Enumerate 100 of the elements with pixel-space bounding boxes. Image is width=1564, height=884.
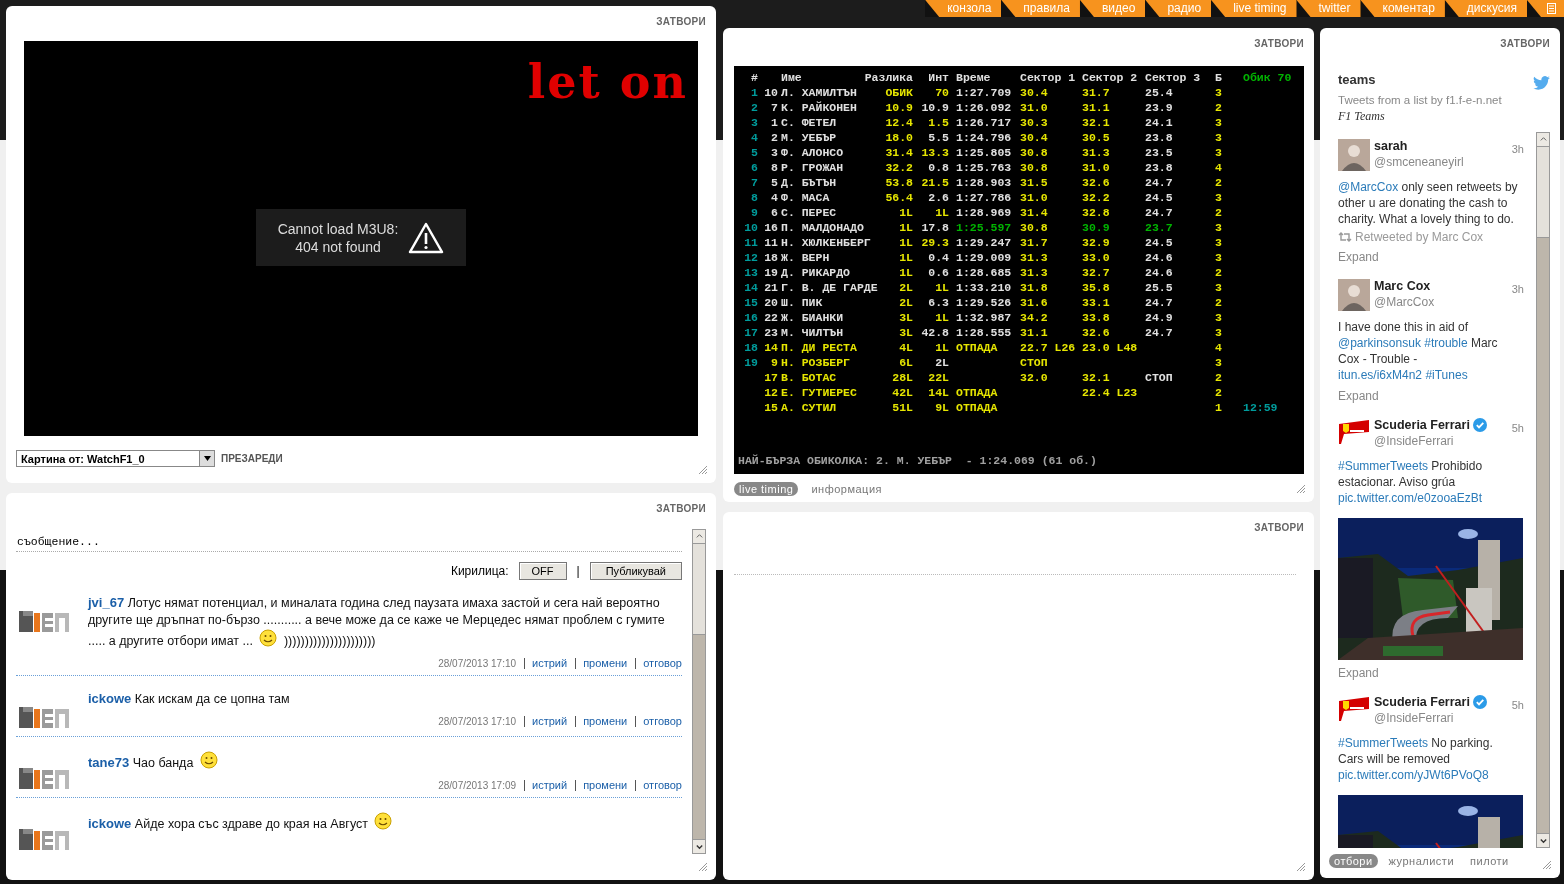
timing-cell-text: 20 [763, 295, 778, 310]
scrollbar-thumb[interactable] [693, 544, 705, 635]
author-name[interactable]: Marc Cox [1374, 279, 1431, 293]
scrollbar[interactable] [692, 529, 706, 854]
cyrillic-toggle[interactable]: OFF [518, 562, 567, 580]
panel-tab[interactable]: информация [806, 482, 887, 496]
scroll-up-icon[interactable] [1538, 135, 1548, 144]
close-link[interactable]: ЗАТВОРИ [1254, 38, 1304, 58]
timing-cell-text: 31.3 [1020, 265, 1049, 280]
action-link[interactable]: отговор [635, 658, 682, 669]
author-handle[interactable]: @MarcCox [1374, 295, 1508, 309]
scrollbar-thumb[interactable] [1537, 147, 1549, 238]
close-link[interactable]: ЗАТВОРИ [1500, 38, 1550, 58]
timing-cell-text: 24.1 [1145, 115, 1174, 130]
video-player[interactable]: let on Cannot load M3U8: 404 not found [24, 41, 698, 436]
expand-link[interactable]: Expand [1338, 666, 1379, 680]
resize-handle[interactable] [698, 465, 708, 475]
username-link[interactable]: jvi_67 [88, 595, 125, 610]
close-link[interactable]: ЗАТВОРИ [1254, 522, 1304, 542]
bird-icon[interactable] [1533, 76, 1550, 90]
timing-cell-text: 32.2 [884, 160, 913, 175]
avatar-icon[interactable] [1338, 139, 1370, 171]
username-link[interactable]: ickowe [88, 816, 132, 831]
list-tab[interactable]: отбори [1329, 854, 1378, 868]
source-select[interactable]: Картина от: WatchF1_0 [16, 450, 215, 467]
action-link[interactable]: истрий [524, 780, 568, 791]
tweet-time[interactable]: 5h [1511, 695, 1524, 727]
tweet-time[interactable]: 3h [1511, 279, 1524, 311]
column-header: Име [780, 70, 803, 85]
expand-link[interactable]: Expand [1338, 389, 1379, 403]
author-name[interactable]: Scuderia Ferrari [1374, 695, 1470, 709]
list-tab[interactable]: пилоти [1465, 854, 1514, 868]
scroll-down-icon[interactable] [694, 842, 704, 851]
action-link[interactable]: промени [575, 716, 628, 727]
action-link[interactable]: отговор [635, 780, 682, 791]
timing-cell-text: 10 [763, 85, 778, 100]
panel-tab[interactable]: live timing [734, 482, 799, 496]
avatar-icon[interactable] [1338, 279, 1370, 311]
scroll-up-icon[interactable] [694, 532, 704, 541]
tweet-link[interactable]: pic.twitter.com/e0zooaEzBt [1338, 491, 1483, 505]
timing-cell-text: 17 [763, 370, 778, 385]
timing-cell-text: 2 [750, 100, 758, 115]
expand-link[interactable]: Expand [1338, 250, 1379, 264]
timing-cell-text: СТОП [1145, 370, 1174, 385]
tweet-link[interactable]: #SummerTweets [1338, 736, 1429, 750]
timing-cell-text: 3 [1215, 85, 1223, 100]
tweet-link[interactable]: #SummerTweets [1338, 459, 1429, 473]
timing-cell-text: 1:27.709 [955, 85, 1013, 100]
timing-cell-text: 1 [750, 85, 758, 100]
tweet-link[interactable]: @parkinsonsuk #trouble [1338, 336, 1468, 350]
timing-cell-text: 12.4 [884, 115, 913, 130]
author-handle[interactable]: @InsideFerrari [1374, 434, 1508, 448]
timing-cell-text: 3L [898, 310, 913, 325]
tweet-link[interactable]: pic.twitter.com/yJWt6PVoQ8 [1338, 768, 1489, 782]
timing-cell-text: 31.6 [1020, 295, 1049, 310]
resize-handle[interactable] [1296, 862, 1306, 872]
author-name[interactable]: sarah [1374, 139, 1408, 153]
username-link[interactable]: ickowe [88, 691, 132, 706]
username-link[interactable]: tane73 [88, 755, 130, 770]
author-handle[interactable]: @InsideFerrari [1374, 711, 1508, 725]
resize-handle[interactable] [1296, 484, 1306, 494]
timing-cell-text: 6 [750, 160, 758, 175]
tweet-link[interactable]: itun.es/i6xM4n2 #iTunes [1338, 368, 1468, 382]
scrollbar[interactable] [1536, 132, 1550, 848]
timing-cell-text: 13 [743, 265, 758, 280]
action-link[interactable]: промени [575, 658, 628, 669]
tweet-link[interactable]: @MarcCox [1338, 180, 1399, 194]
timing-cell-text: 4 [1215, 160, 1223, 175]
timing-cell-text: 1:33.210 [955, 280, 1013, 295]
timing-cell-text: 19 [763, 265, 778, 280]
close-link[interactable]: ЗАТВОРИ [656, 16, 706, 36]
caret-icon[interactable] [203, 456, 211, 461]
timing-cell-text: 24.7 [1145, 325, 1174, 340]
author-handle[interactable]: @smceneaneyirl [1374, 155, 1508, 169]
reload-link[interactable]: ПРЕЗАРЕДИ [221, 453, 283, 464]
action-link[interactable]: отговор [635, 716, 682, 727]
resize-handle[interactable] [1542, 860, 1552, 870]
tweet-time[interactable]: 3h [1511, 139, 1524, 171]
resize-handle[interactable] [698, 862, 708, 872]
timing-cell-text: 35.8 [1082, 280, 1111, 295]
list-tab[interactable]: журналисти [1383, 854, 1460, 868]
column-header: Сектор 2 [1082, 70, 1139, 85]
timing-cell-text: 9 [770, 355, 778, 370]
publish-button[interactable]: Публикувай [589, 562, 682, 580]
timing-cell-text: 16 [763, 220, 778, 235]
timing-cell-text: 1 [1215, 400, 1223, 415]
action-link[interactable]: промени [575, 780, 628, 791]
message-date: 28/07/2013 17:10 [438, 658, 517, 669]
author-name[interactable]: Scuderia Ferrari [1374, 418, 1470, 432]
action-link[interactable]: истрий [524, 716, 568, 727]
menu-icon[interactable] [1547, 3, 1556, 14]
action-link[interactable]: истрий [524, 658, 568, 669]
tweet-time[interactable]: 5h [1511, 418, 1524, 450]
logo-icon [18, 826, 70, 852]
timing-cell-text: Ф. МАСА [780, 190, 831, 205]
timing-cell-text: 30.9 [1082, 220, 1111, 235]
close-link[interactable]: ЗАТВОРИ [656, 503, 706, 523]
scroll-down-icon[interactable] [1538, 836, 1548, 845]
timing-cell-text: 2 [1215, 370, 1223, 385]
timing-cell-text: 2L [898, 280, 913, 295]
